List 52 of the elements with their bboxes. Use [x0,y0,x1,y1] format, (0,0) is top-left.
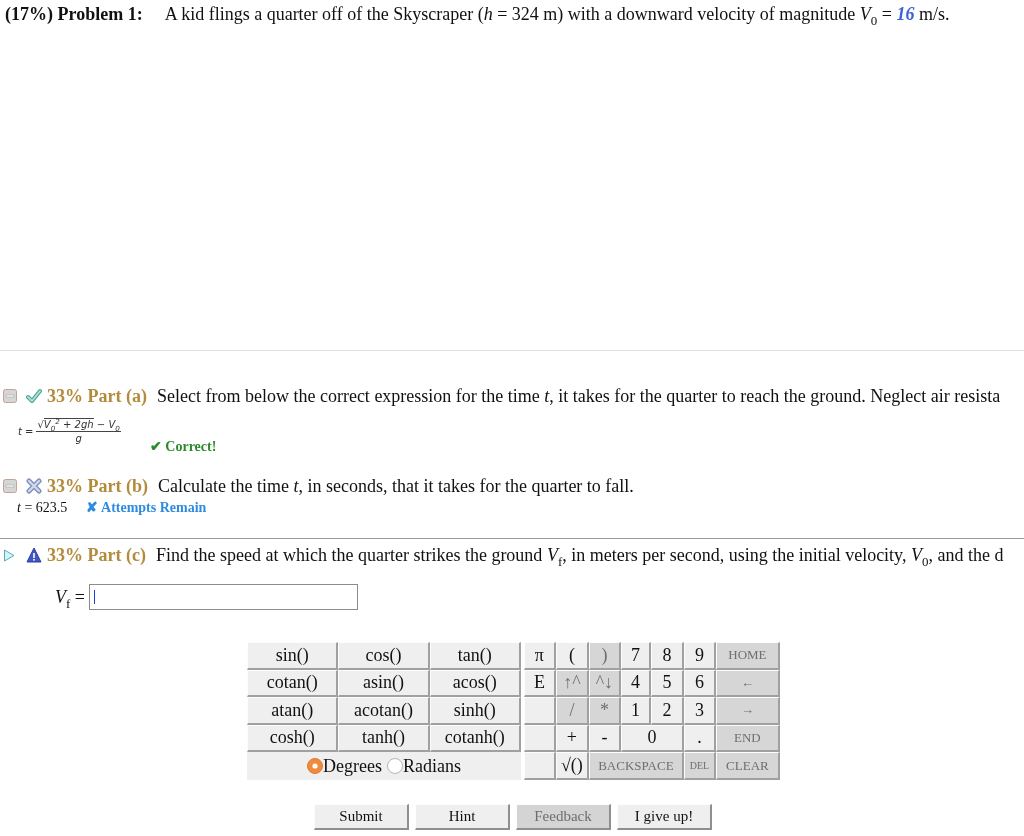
hint-button[interactable]: Hint [415,804,510,830]
warning-icon [26,547,42,563]
function-key[interactable]: cos() [338,642,430,670]
answer-label: V$_{f}$ = [55,587,85,607]
function-key[interactable]: tan() [429,642,521,670]
problem-statement: A kid flings a quarter off of the Skyscraper (h = 324 m) with a downward velocity of magnitude V$_{0}$ = 16 m/s. [164,4,950,24]
submitted-answer: t = 623.5 [17,499,68,517]
checkmark-icon [26,388,42,404]
part-title: 33% Part (a) [47,386,147,406]
keypad-key[interactable]: 0 [620,724,684,752]
collapse-icon[interactable] [3,389,17,403]
part-title: 33% Part (c) [47,545,146,565]
part-title: 33% Part (b) [47,476,148,496]
function-key[interactable]: cotan() [247,669,339,697]
blank-key [523,724,556,752]
function-key[interactable]: cosh() [247,724,339,752]
part-prompt: Select from below the correct expression for the time t, it takes for the quarter to reach the ground. Neglect air resista [156,386,1001,406]
keypad-key[interactable]: 7 [620,642,651,670]
feedback-message: ✘ Attempts Remain [86,499,207,517]
keypad-key[interactable]: E [523,669,556,697]
keypad-key[interactable]: 1 [620,697,651,725]
feedback-message: ✔ Correct! [149,438,217,456]
answer-formula: t = √V$_{0}$$^{2}$ + 2gh − V$_{0}$ g [18,418,121,445]
function-key[interactable]: acotan() [338,697,430,725]
cross-icon [26,478,42,494]
keypad-key[interactable]: 2 [650,697,684,725]
answer-field[interactable] [89,584,358,610]
keypad-key[interactable]: 8 [650,642,684,670]
function-key[interactable]: acos() [429,669,521,697]
text-cursor-icon [94,590,96,604]
problem-title: (17%) Problem 1: [5,4,143,24]
blank-key [523,752,556,780]
collapse-icon[interactable] [3,479,17,493]
blank-key [523,697,556,725]
keypad-key[interactable]: π [523,642,556,670]
function-key[interactable]: sinh() [429,697,521,725]
part-prompt: Find the speed at which the quarter strikes the ground V$_{f}$, in meters per second, using the initial velocity, V$_{0}$, and the d [155,545,1004,565]
keypad-key[interactable]: ( [555,642,589,670]
give-up-button[interactable]: I give up! [617,804,712,830]
function-key[interactable]: atan() [247,697,339,725]
angle-mode-option[interactable]: Degrees [306,756,382,776]
keypad-key[interactable]: 3 [683,697,716,725]
part-prompt: Calculate the time t, in seconds, that it takes for the quarter to fall. [158,476,634,496]
function-key[interactable]: cotanh() [429,724,521,752]
function-key[interactable]: sin() [247,642,339,670]
angle-mode-option[interactable]: Radians [386,756,461,776]
keypad-key[interactable]: 9 [683,642,716,670]
keypad-key[interactable]: √() [555,752,589,780]
play-arrow-icon[interactable] [3,548,15,562]
function-key[interactable]: asin() [338,669,430,697]
function-key[interactable]: tanh() [338,724,430,752]
submit-button[interactable]: Submit [314,804,409,830]
